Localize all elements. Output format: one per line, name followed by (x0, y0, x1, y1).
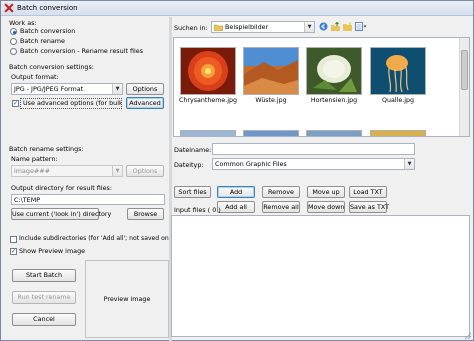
work-as-label: Work as: (9, 19, 37, 27)
sort-files-button[interactable]: Sort files (174, 186, 211, 198)
file-name-jellyfish[interactable]: Qualle.jpg (365, 97, 431, 104)
load-txt-button[interactable]: Load TXT (349, 186, 387, 198)
hydrangea-thumbnail[interactable] (306, 47, 362, 95)
add-button[interactable]: Add (217, 186, 255, 198)
save-as-txt-button[interactable]: Save as TXT (349, 201, 389, 213)
advanced-button[interactable]: Advanced (126, 97, 164, 109)
chrysanthemum-image (181, 48, 235, 94)
chevron-down-icon: ▼ (112, 84, 122, 94)
chevron-down-icon: ▼ (112, 166, 122, 176)
filename-input[interactable] (212, 143, 415, 155)
radio-conversion-rename-label[interactable]: Batch conversion - Rename result files (20, 47, 143, 55)
file-name-hydrangea[interactable]: Hortensien.jpg (301, 97, 367, 104)
resize-grip-icon[interactable] (464, 332, 472, 340)
show-preview-checkbox[interactable]: ✓ (10, 248, 17, 255)
back-icon[interactable] (319, 22, 328, 31)
advanced-options-label-box[interactable]: Use advanced options (for bulk resize... (20, 98, 122, 109)
chevron-down-icon: ▼ (304, 22, 314, 32)
desert-thumbnail[interactable] (243, 47, 299, 95)
advanced-options-checkbox[interactable]: ✓ (12, 100, 19, 107)
file-view-scrollbar[interactable] (459, 38, 469, 136)
use-current-directory-button[interactable]: Use current ('look in') directory (11, 208, 111, 220)
jellyfish-thumbnail[interactable] (370, 47, 426, 95)
output-format-value: JPG - JPG/JPEG Format (14, 85, 84, 93)
start-batch-button[interactable]: Start Batch (12, 269, 76, 282)
look-in-value: Beispielbilder (225, 23, 269, 31)
name-pattern-select[interactable]: image### ▼ (11, 165, 123, 177)
radio-conversion-rename[interactable] (10, 48, 17, 55)
desert-image (244, 48, 298, 94)
look-in-select[interactable]: Beispielbilder ▼ (211, 21, 315, 33)
file-name-desert[interactable]: Wüste.jpg (238, 97, 304, 104)
scrollbar-thumb[interactable] (461, 50, 468, 90)
new-folder-icon[interactable] (343, 22, 352, 31)
file-name-chrysanthemum[interactable]: Chrysantheme.jpg (175, 97, 241, 104)
list-item[interactable] (306, 130, 362, 136)
name-pattern-value: image### (14, 167, 50, 175)
list-item[interactable] (180, 130, 236, 136)
batch-conversion-window: Batch conversion Work as: Batch conversi… (0, 0, 474, 341)
name-pattern-label: Name pattern: (11, 155, 58, 163)
preview-image-panel: Preview image (85, 260, 169, 338)
remove-all-button[interactable]: Remove all (262, 201, 300, 213)
move-down-button[interactable]: Move down (307, 201, 345, 213)
preview-image-label: Preview image (103, 295, 151, 303)
jellyfish-image (371, 48, 425, 94)
list-item[interactable] (370, 130, 426, 136)
file-thumbnail-view[interactable]: Chrysantheme.jpg Wüste.jpg Hortensien.jp… (173, 37, 470, 137)
up-folder-icon[interactable] (331, 22, 340, 31)
window-title: Batch conversion (17, 4, 78, 12)
view-menu-icon[interactable] (355, 22, 367, 31)
chrysanthemum-thumbnail[interactable] (180, 47, 236, 95)
output-format-label: Output format: (11, 73, 59, 81)
advanced-options-label: Use advanced options (for bulk resize... (23, 99, 122, 107)
look-in-label: Suchen in: (174, 24, 208, 32)
run-test-rename-button[interactable]: Run test rename (12, 291, 76, 304)
radio-batch-conversion-label[interactable]: Batch conversion (20, 27, 75, 35)
list-item[interactable] (243, 130, 299, 136)
filetype-label: Dateityp: (174, 161, 204, 169)
conversion-settings-label: Batch conversion settings: (9, 63, 94, 71)
rename-options-button[interactable]: Options (126, 165, 164, 177)
radio-batch-rename[interactable] (10, 38, 17, 45)
radio-batch-rename-label[interactable]: Batch rename (20, 37, 65, 45)
include-subdirectories-label[interactable]: Include subdirectories (for 'Add all'; n… (19, 235, 184, 242)
browse-button[interactable]: Browse (127, 208, 164, 220)
radio-batch-conversion[interactable] (10, 28, 17, 35)
chevron-down-icon: ▼ (404, 159, 414, 169)
filename-label: Dateiname: (174, 146, 212, 154)
format-options-button[interactable]: Options (126, 83, 164, 95)
output-directory-label: Output directory for result files: (11, 184, 112, 192)
folder-icon (214, 24, 223, 31)
remove-button[interactable]: Remove (262, 186, 300, 198)
show-preview-label[interactable]: Show Preview image (19, 247, 85, 255)
include-subdirectories-checkbox[interactable] (10, 236, 17, 243)
output-format-select[interactable]: JPG - JPG/JPEG Format ▼ (11, 83, 123, 95)
filetype-select[interactable]: Common Graphic Files ▼ (212, 158, 415, 170)
add-all-button[interactable]: Add all (217, 201, 255, 213)
input-files-list[interactable] (171, 215, 470, 337)
input-files-label: Input files ( 0 ) (174, 206, 221, 214)
output-directory-value: C:\TEMP (14, 196, 41, 204)
title-bar: Batch conversion (1, 1, 473, 16)
cancel-button[interactable]: Cancel (12, 313, 76, 326)
hydrangea-image (307, 48, 361, 94)
output-directory-field[interactable]: C:\TEMP (11, 194, 165, 205)
app-icon (4, 3, 14, 13)
filetype-value: Common Graphic Files (215, 160, 287, 168)
rename-settings-label: Batch rename settings: (9, 145, 84, 153)
move-up-button[interactable]: Move up (307, 186, 345, 198)
